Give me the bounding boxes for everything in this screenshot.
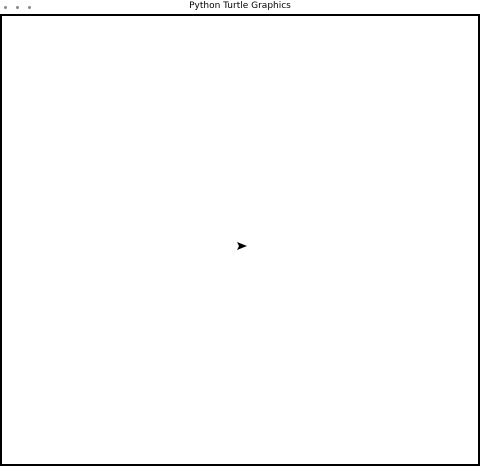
window-title: Python Turtle Graphics	[189, 1, 291, 11]
canvas-frame	[0, 14, 480, 466]
turtle-window: Python Turtle Graphics	[0, 0, 480, 466]
title-bar[interactable]: Python Turtle Graphics	[0, 0, 480, 14]
turtle-canvas[interactable]	[2, 16, 478, 464]
turtle-arrow-icon	[237, 242, 247, 250]
